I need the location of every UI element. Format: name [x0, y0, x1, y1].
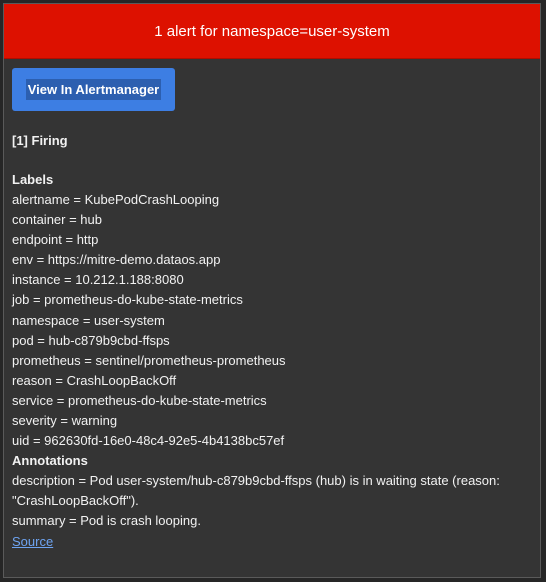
- labels-heading: Labels: [12, 172, 54, 187]
- annotations-list: description = Pod user-system/hub-c879b9…: [12, 471, 532, 531]
- firing-heading: [1] Firing: [12, 133, 68, 148]
- labels-list: alertname = KubePodCrashLooping containe…: [12, 190, 532, 451]
- label-env: env = https://mitre-demo.dataos.app: [12, 252, 221, 268]
- label-job: job = prometheus-do-kube-state-metrics: [12, 292, 243, 308]
- label-reason: reason = CrashLoopBackOff: [12, 372, 177, 388]
- label-prometheus: prometheus = sentinel/prometheus-prometh…: [12, 352, 286, 368]
- view-in-alertmanager-label: View In Alertmanager: [25, 79, 162, 100]
- label-namespace: namespace = user-system: [12, 312, 165, 328]
- alert-banner: 1 alert for namespace=user-system: [4, 4, 540, 59]
- label-service: service = prometheus-do-kube-state-metri…: [12, 392, 267, 408]
- source-link[interactable]: Source: [12, 532, 53, 552]
- email-frame: 1 alert for namespace=user-system View I…: [3, 3, 541, 578]
- annotation-summary: summary = Pod is crash looping.: [12, 513, 201, 529]
- banner-title: 1 alert for namespace=user-system: [154, 22, 390, 40]
- alert-content: View In Alertmanager [1] Firing Labels a…: [4, 59, 540, 552]
- annotations-heading: Annotations: [12, 453, 88, 469]
- label-instance: instance = 10.212.1.188:8080: [12, 272, 184, 288]
- annotation-description: description = Pod user-system/hub-c879b9…: [12, 473, 500, 509]
- label-container: container = hub: [12, 212, 102, 228]
- label-alertname: alertname = KubePodCrashLooping: [12, 192, 220, 207]
- label-severity: severity = warning: [12, 413, 118, 429]
- label-endpoint: endpoint = http: [12, 232, 99, 248]
- view-in-alertmanager-button[interactable]: View In Alertmanager: [12, 68, 175, 111]
- label-uid: uid = 962630fd-16e0-48c4-92e5-4b4138bc57…: [12, 433, 285, 449]
- label-pod: pod = hub-c879b9cbd-ffsps: [12, 332, 170, 348]
